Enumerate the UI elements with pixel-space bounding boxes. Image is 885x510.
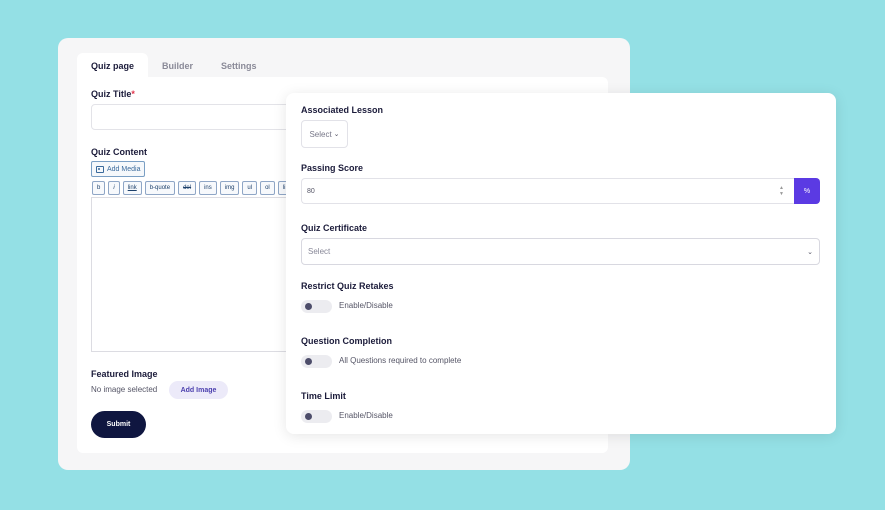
passing-score-value: 80 [307,187,315,195]
media-icon [96,165,104,173]
restrict-retakes-label: Restrict Quiz Retakes [301,281,394,291]
time-limit-toggle-label: Enable/Disable [339,411,393,420]
quiz-content-label: Quiz Content [91,147,147,157]
associated-lesson-select[interactable]: Select ⌄ [301,120,348,148]
add-media-button[interactable]: Add Media [91,161,146,177]
quicktag-i[interactable]: i [108,181,120,195]
quicktag-ul[interactable]: ul [242,181,258,195]
tab-settings[interactable]: Settings [207,53,271,77]
quiz-title-label: Quiz Title* [91,89,135,99]
associated-lesson-value: Select [309,129,332,139]
chevron-down-icon: ⌄ [807,248,813,256]
quiz-title-input[interactable] [91,104,291,130]
quicktag-ins[interactable]: ins [199,181,217,195]
quicktag-img[interactable]: img [219,181,240,195]
quiz-certificate-value: Select [308,247,331,256]
quiz-certificate-label: Quiz Certificate [301,223,368,233]
featured-image-label: Featured Image [91,369,158,379]
quiz-content-editor[interactable] [91,197,291,352]
required-mark: * [131,89,135,99]
no-image-text: No image selected [91,385,158,394]
passing-score-label: Passing Score [301,163,364,173]
percent-addon: % [794,178,820,204]
add-image-button[interactable]: Add Image [169,381,228,399]
quicktag-ol[interactable]: ol [260,181,275,195]
question-completion-label: Question Completion [301,336,392,346]
quicktag-del[interactable]: del [178,181,197,195]
associated-lesson-label: Associated Lesson [301,105,384,115]
tab-builder[interactable]: Builder [148,53,207,77]
quiz-certificate-select[interactable]: Select ⌄ [301,238,820,265]
add-media-label: Add Media [107,165,141,173]
question-completion-toggle-label: All Questions required to complete [339,356,462,365]
tab-bar: Quiz page Builder Settings [77,53,271,77]
quicktag-b[interactable]: b [92,181,106,195]
time-limit-label: Time Limit [301,391,346,401]
chevron-down-icon: ⌄ [333,131,340,138]
editor-toolbar: b i link b-quote del ins img ul ol li [92,181,291,195]
tab-quiz-page[interactable]: Quiz page [77,53,149,77]
restrict-retakes-toggle-label: Enable/Disable [339,301,393,310]
quicktag-b-quote[interactable]: b-quote [144,181,176,195]
quiz-title-label-text: Quiz Title [91,89,132,99]
quicktag-link[interactable]: link [122,181,142,195]
passing-score-input[interactable]: 80 [301,178,794,204]
restrict-retakes-toggle[interactable] [301,300,332,313]
question-completion-toggle[interactable] [301,355,332,368]
submit-button[interactable]: Submit [91,411,146,438]
number-spinner-icon[interactable]: ▲ ▼ [779,185,784,197]
time-limit-toggle[interactable] [301,410,332,423]
